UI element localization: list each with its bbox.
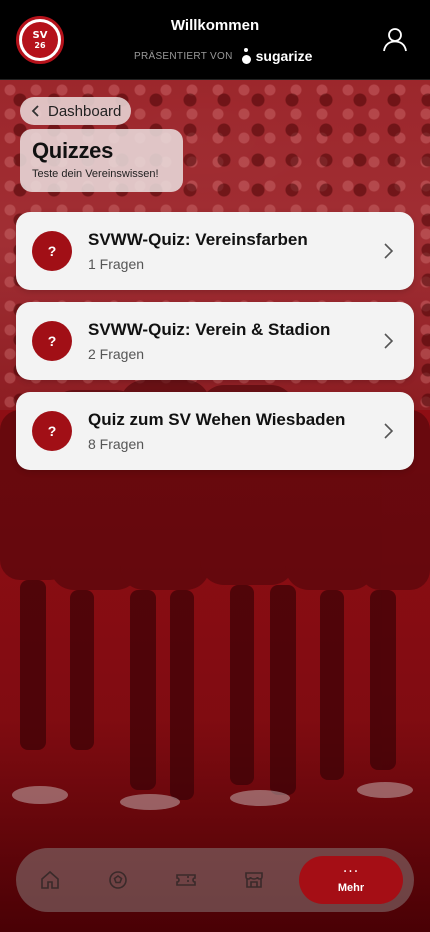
quiz-title: SVWW-Quiz: Verein & Stadion <box>88 320 331 339</box>
chevron-right-icon <box>384 243 394 259</box>
sponsor-mark-icon <box>241 46 253 66</box>
presented-by-label: PRÄSENTIERT VON <box>134 50 233 62</box>
page-title: Quizzes <box>32 138 114 163</box>
home-icon <box>41 870 59 889</box>
shop-icon <box>245 872 263 888</box>
app-header: SV 26 Willkommen PRÄSENTIERT VON sugariz… <box>0 0 430 80</box>
tab-home[interactable] <box>30 848 70 912</box>
sponsor-name: sugarize <box>255 48 313 64</box>
chevron-right-icon <box>384 423 394 439</box>
more-icon: ··· <box>342 864 360 880</box>
quiz-question-count: 1 Fragen <box>88 256 145 272</box>
background-photo <box>0 80 430 932</box>
quiz-card[interactable]: ? SVWW-Quiz: Verein & Stadion 2 Fragen <box>16 302 414 380</box>
header-title: Willkommen <box>170 17 260 34</box>
quiz-title: Quiz zum SV Wehen Wiesbaden <box>88 410 346 429</box>
quiz-question-count: 8 Fragen <box>88 436 145 452</box>
tab-tickets[interactable] <box>166 848 206 912</box>
sponsor-logo: sugarize <box>241 46 313 66</box>
back-to-dashboard-button[interactable]: Dashboard <box>20 97 132 125</box>
logo-number: 26 <box>34 40 46 50</box>
quiz-card[interactable]: ? Quiz zum SV Wehen Wiesbaden 8 Fragen <box>16 392 414 470</box>
quiz-list: ? SVWW-Quiz: Vereinsfarben 1 Fragen ? SV… <box>16 212 414 482</box>
question-mark-icon: ? <box>32 321 72 361</box>
question-mark-icon: ? <box>32 411 72 451</box>
quiz-card[interactable]: ? SVWW-Quiz: Vereinsfarben 1 Fragen <box>16 212 414 290</box>
page-subtitle: Teste dein Vereinswissen! <box>32 168 159 180</box>
quiz-question-count: 2 Fragen <box>88 346 145 362</box>
tab-matches[interactable] <box>98 848 138 912</box>
tab-more[interactable]: ··· Mehr <box>299 856 403 904</box>
ticket-icon <box>176 874 196 886</box>
quiz-title: SVWW-Quiz: Vereinsfarben <box>88 230 308 249</box>
tab-shop[interactable] <box>234 848 274 912</box>
tab-more-label: Mehr <box>337 882 365 894</box>
chevron-right-icon <box>384 333 394 349</box>
sponsor-line: PRÄSENTIERT VON sugarize <box>134 46 312 66</box>
back-label: Dashboard <box>48 102 122 120</box>
question-mark-icon: ? <box>32 231 72 271</box>
chevron-left-icon <box>31 105 39 117</box>
bottom-tab-bar: ··· Mehr <box>16 848 414 912</box>
football-icon <box>109 871 127 889</box>
page-title-card: Quizzes Teste dein Vereinswissen! <box>20 129 183 192</box>
user-icon[interactable] <box>382 26 408 52</box>
